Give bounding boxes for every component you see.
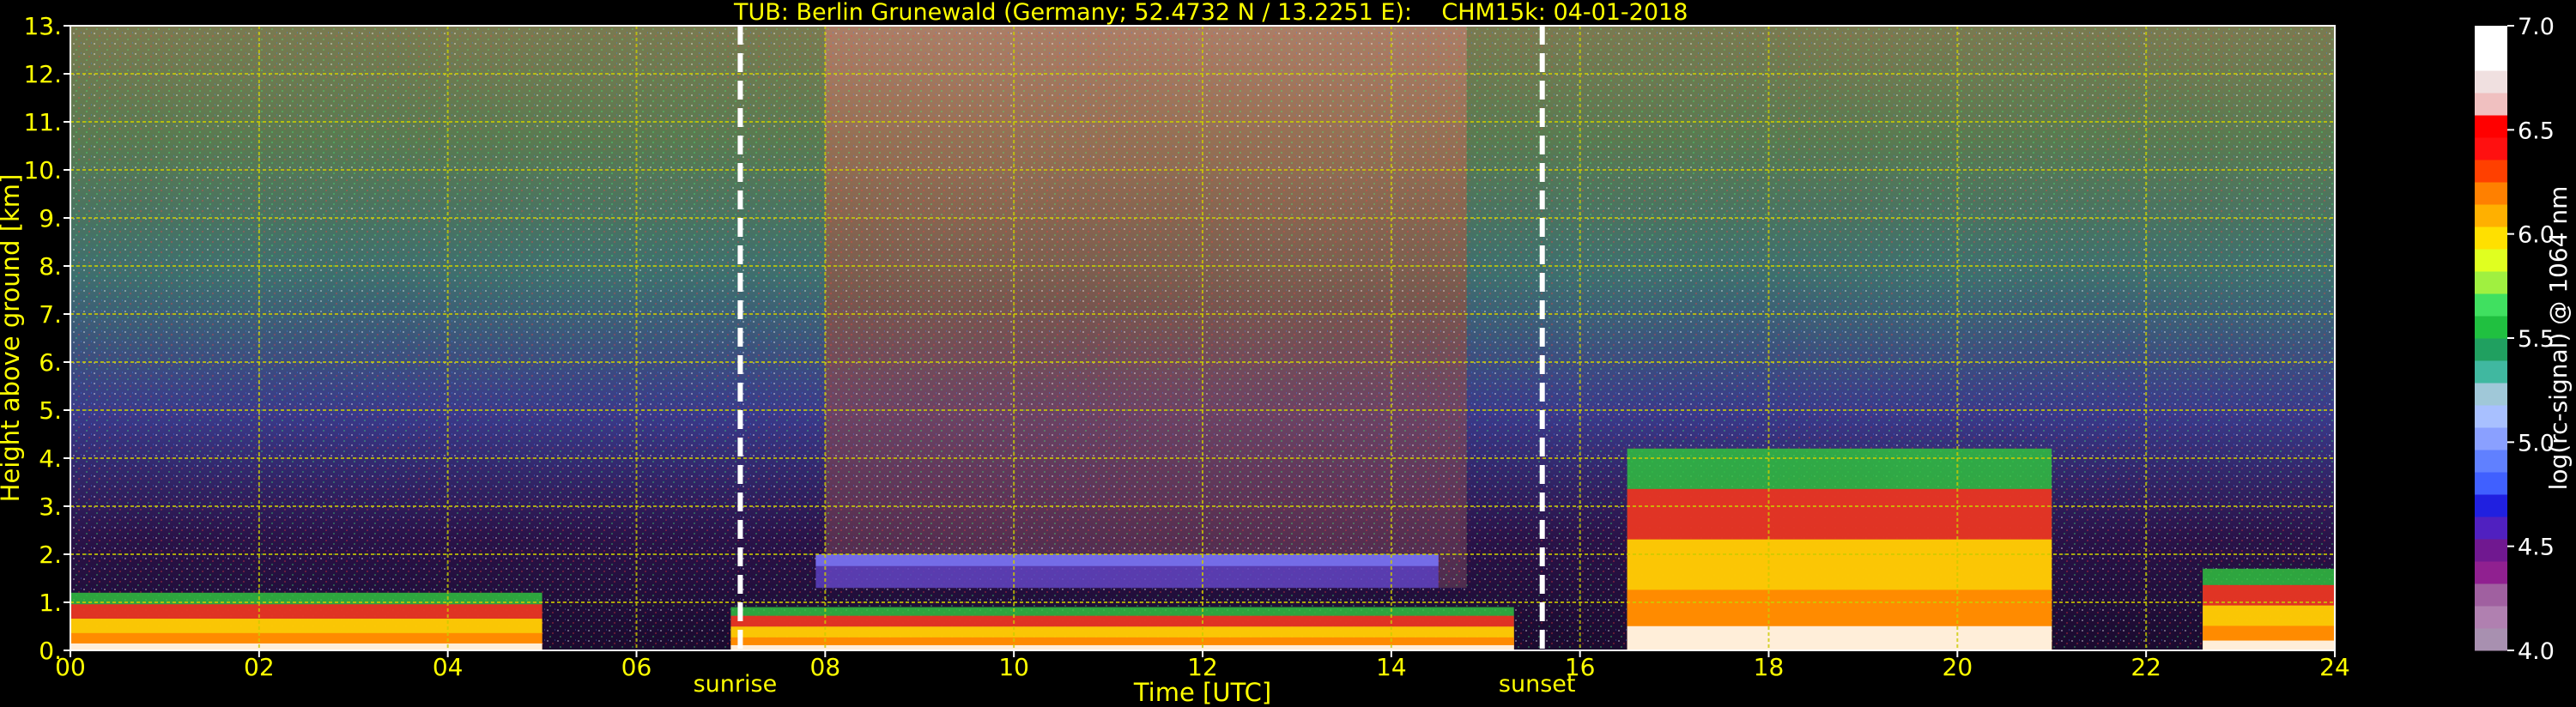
colorbar-block [2475,316,2507,339]
colorbar-block [2475,517,2507,540]
colorbar-block [2475,160,2507,183]
colorbar-tick-label: 7.0 [2518,14,2555,40]
colorbar-ticks: 4.04.55.05.56.06.57.0log(rc-signal) @ 10… [2507,14,2573,665]
colorbar-block [2475,48,2507,71]
colorbar-block [2475,472,2507,495]
colorbar-block [2475,70,2507,94]
colorbar-block [2475,583,2507,607]
colorbar-block [2475,137,2507,160]
colorbar-label: log(rc-signal) @ 1064 nm [2544,186,2573,491]
colorbar-block [2475,494,2507,517]
colorbar-tick-label: 4.0 [2518,638,2555,665]
colorbar-block [2475,227,2507,250]
colorbar-tick-label: 4.5 [2518,535,2555,561]
chart-page: TUB: Berlin Grunewald (Germany; 52.4732 … [0,0,2576,707]
colorbar-block [2475,360,2507,384]
colorbar-block [2475,115,2507,138]
colorbar-block [2475,204,2507,227]
colorbar-block [2475,26,2507,49]
colorbar-block [2475,450,2507,473]
colorbar-block [2475,561,2507,584]
colorbar-block [2475,338,2507,361]
colorbar-blocks [2475,26,2507,651]
colorbar-block [2475,182,2507,205]
colorbar-block [2475,606,2507,629]
colorbar-block [2475,628,2507,651]
colorbar-block [2475,383,2507,406]
colorbar-block [2475,539,2507,562]
colorbar: 4.04.55.05.56.06.57.0log(rc-signal) @ 10… [2475,14,2573,665]
colorbar-block [2475,249,2507,272]
colorbar-tick-label: 6.5 [2518,118,2555,144]
colorbar-block [2475,271,2507,294]
colorbar-block [2475,405,2507,428]
colorbar-block [2475,427,2507,450]
colorbar-block [2475,293,2507,317]
colorbar-block [2475,93,2507,116]
